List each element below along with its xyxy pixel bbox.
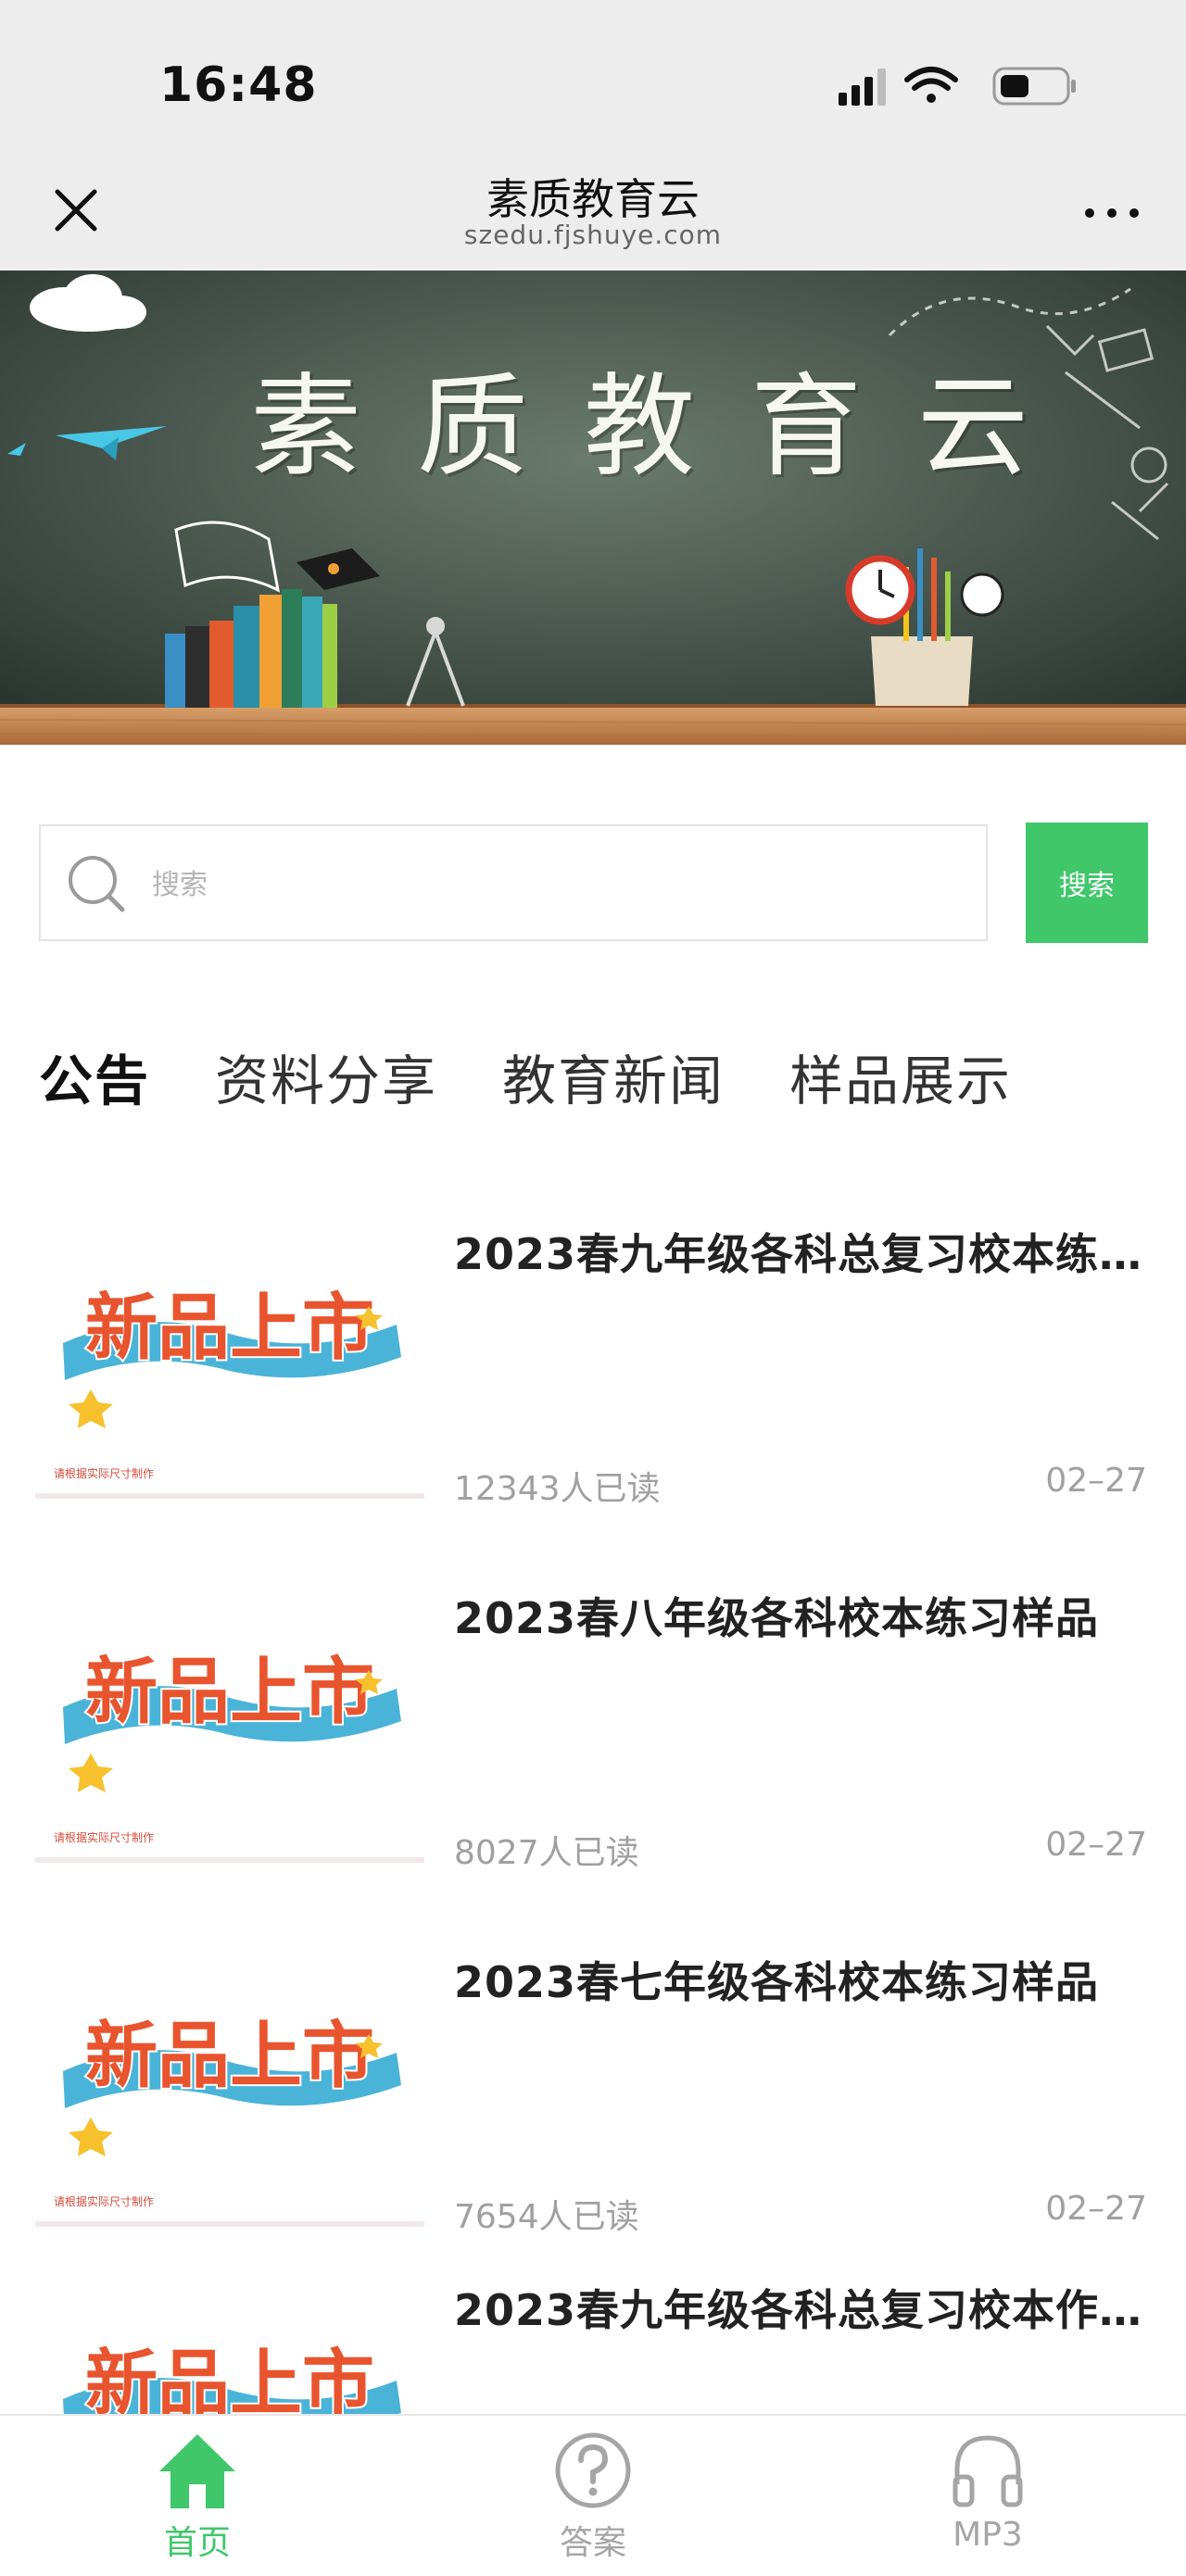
article-date: 02–27 — [1045, 1462, 1147, 1500]
article-list: 新品上市 请根据实际尺寸制作 2023春九年级各科总复习校本练习样品 12343… — [0, 1167, 1186, 2418]
tabbar-answers[interactable]: 答案 — [500, 2425, 686, 2564]
search-icon — [69, 856, 125, 912]
status-time: 16:48 — [159, 57, 318, 113]
article-thumbnail: 新品上市 请根据实际尺寸制作 — [35, 1195, 424, 1501]
thumbnail-footer-text: 请根据实际尺寸制作 — [54, 1466, 154, 1480]
question-icon — [555, 2432, 631, 2508]
thumbnail-text: 新品上市 — [85, 2343, 374, 2418]
thumbnail-text: 新品上市 — [85, 1651, 374, 1734]
more-icon[interactable] — [1077, 199, 1147, 227]
banner-illustration: 素质教育云 — [0, 270, 1186, 745]
article-date: 02–27 — [1045, 2190, 1147, 2228]
battery-icon — [992, 67, 1076, 106]
headphones-icon — [953, 2435, 1023, 2507]
read-count: 8027人已读 — [454, 1834, 639, 1872]
category-tabs: 公告 资料分享 教育新闻 样品展示 — [39, 1037, 1077, 1121]
thumbnail-text: 新品上市 — [85, 1287, 374, 1370]
thumbnail-text: 新品上市 — [85, 2015, 374, 2098]
article-thumbnail: 新品上市 — [35, 2251, 424, 2418]
thumbnail-footer-text: 请根据实际尺寸制作 — [54, 1830, 154, 1844]
article-title: 2023春八年级各科校本练习样品 — [454, 1593, 1100, 1643]
bottom-tab-bar: 首页 答案 MP3 — [0, 2414, 1186, 2576]
home-icon — [159, 2434, 235, 2508]
status-icons — [839, 67, 1076, 106]
banner[interactable]: 素质教育云 — [0, 270, 1186, 745]
tabbar-answers-label: 答案 — [559, 2524, 626, 2562]
tabbar-home-label: 首页 — [163, 2524, 231, 2562]
tabbar-home[interactable]: 首页 — [105, 2425, 290, 2564]
article-date: 02–27 — [1045, 1826, 1147, 1864]
tab-announcements[interactable]: 公告 — [39, 1037, 150, 1121]
article-thumbnail: 新品上市 请根据实际尺寸制作 — [35, 1559, 424, 1865]
search-button[interactable]: 搜索 — [1026, 823, 1148, 943]
thumbnail-footer-text: 请根据实际尺寸制作 — [54, 2194, 154, 2208]
article-thumbnail: 新品上市 请根据实际尺寸制作 — [35, 1923, 424, 2229]
tab-education-news[interactable]: 教育新闻 — [502, 1037, 725, 1121]
banner-title: 素质教育云 — [250, 363, 1084, 492]
tabbar-mp3-label: MP3 — [953, 2516, 1023, 2554]
list-item[interactable]: 新品上市 请根据实际尺寸制作 2023春八年级各科校本练习样品 8027人已读 … — [0, 1531, 1186, 1895]
article-title: 2023春九年级各科总复习校本练习样品 — [454, 1229, 1149, 1279]
page-title: 素质教育云 — [486, 174, 700, 224]
page-domain: szedu.fjshuye.com — [463, 220, 723, 250]
tab-sample-showcase[interactable]: 样品展示 — [789, 1037, 1012, 1121]
signal-icon — [839, 69, 886, 106]
tab-resource-sharing[interactable]: 资料分享 — [215, 1037, 437, 1121]
article-title: 2023春七年级各科校本练习样品 — [454, 1957, 1100, 2007]
status-bar: 16:48 — [0, 0, 1186, 153]
nav-bar: 素质教育云 szedu.fjshuye.com — [0, 153, 1186, 269]
wifi-icon — [904, 67, 958, 103]
list-item[interactable]: 新品上市 2023春九年级各科总复习校本作业样品 — [0, 2223, 1186, 2418]
list-item[interactable]: 新品上市 请根据实际尺寸制作 2023春七年级各科校本练习样品 7654人已读 … — [0, 1895, 1186, 2259]
list-item[interactable]: 新品上市 请根据实际尺寸制作 2023春九年级各科总复习校本练习样品 12343… — [0, 1167, 1186, 1531]
search-box — [39, 824, 988, 941]
search-input[interactable] — [152, 854, 949, 915]
article-title: 2023春九年级各科总复习校本作业样品 — [454, 2285, 1149, 2335]
read-count: 12343人已读 — [454, 1470, 661, 1508]
tabbar-mp3[interactable]: MP3 — [895, 2425, 1080, 2564]
